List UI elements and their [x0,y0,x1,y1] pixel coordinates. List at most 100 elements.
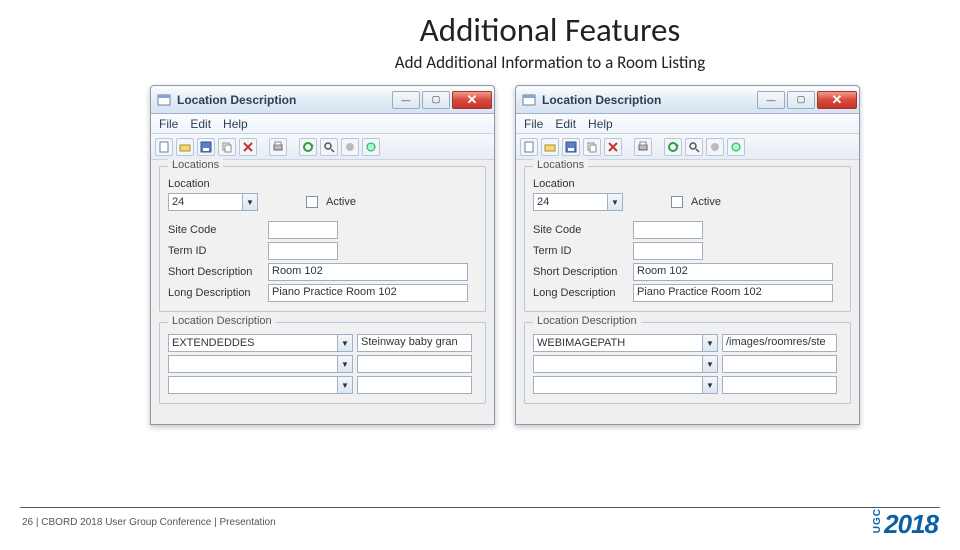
chevron-down-icon: ▼ [607,194,622,210]
label-termid: Term ID [533,245,629,257]
longdesc-input[interactable]: Piano Practice Room 102 [633,284,833,302]
page-number: 26 [22,517,33,528]
refresh-icon[interactable] [664,138,682,156]
maximize-button[interactable]: ▢ [422,91,450,109]
new-icon[interactable] [155,138,173,156]
footer-logo: UGC 2018 [872,508,938,540]
group-legend-locdesc: Location Description [533,315,641,327]
desc-value-input-1[interactable]: /images/roomres/ste [722,334,837,352]
screenshot-panels: Location Description — ▢ ✕ File Edit Hel… [0,85,960,425]
print-icon[interactable] [269,138,287,156]
label-location: Location [168,178,264,190]
location-dropdown[interactable]: 24 ▼ [168,193,258,211]
chevron-down-icon: ▼ [337,377,352,393]
desc-key-dropdown-3[interactable]: ▼ [533,376,718,394]
chevron-down-icon: ▼ [337,335,352,351]
menu-edit[interactable]: Edit [555,117,576,131]
new-icon[interactable] [520,138,538,156]
footer-text: 26 | CBORD 2018 User Group Conference | … [22,517,276,528]
groupbox-location-description: Location Description EXTENDEDDES ▼ Stein… [159,322,486,404]
menu-help[interactable]: Help [588,117,613,131]
menu-file[interactable]: File [524,117,543,131]
desc-value-input-3[interactable] [357,376,472,394]
window-location-description-left: Location Description — ▢ ✕ File Edit Hel… [150,85,495,425]
print-icon[interactable] [634,138,652,156]
shortdesc-input[interactable]: Room 102 [268,263,468,281]
logo-year-text: 2018 [884,509,938,540]
shortdesc-input[interactable]: Room 102 [633,263,833,281]
chevron-down-icon: ▼ [702,335,717,351]
sitecode-input[interactable] [633,221,703,239]
desc-key-dropdown-1[interactable]: WEBIMAGEPATH ▼ [533,334,718,352]
delete-icon[interactable] [239,138,257,156]
desc-value-input-1[interactable]: Steinway baby gran [357,334,472,352]
window-title: Location Description [177,93,384,107]
menu-help[interactable]: Help [223,117,248,131]
group-legend-locations: Locations [533,159,588,171]
chevron-down-icon: ▼ [702,377,717,393]
desc-key-dropdown-2[interactable]: ▼ [533,355,718,373]
chevron-down-icon: ▼ [337,356,352,372]
location-dropdown[interactable]: 24 ▼ [533,193,623,211]
titlebar: Location Description — ▢ ✕ [516,86,859,114]
toolbar [516,134,859,160]
desc-key-dropdown-1[interactable]: EXTENDEDDES ▼ [168,334,353,352]
menu-file[interactable]: File [159,117,178,131]
toolbar [151,134,494,160]
toolbar-icon-b[interactable] [362,138,380,156]
chevron-down-icon: ▼ [242,194,257,210]
menubar: File Edit Help [516,114,859,134]
groupbox-locations: Locations Location 24 ▼ Active Site Code [524,166,851,312]
group-legend-locations: Locations [168,159,223,171]
window-title: Location Description [542,93,749,107]
toolbar-icon-b[interactable] [727,138,745,156]
active-checkbox[interactable] [671,196,683,208]
window-location-description-right: Location Description — ▢ ✕ File Edit Hel… [515,85,860,425]
refresh-icon[interactable] [299,138,317,156]
desc-key-dropdown-2[interactable]: ▼ [168,355,353,373]
longdesc-input[interactable]: Piano Practice Room 102 [268,284,468,302]
desc-key-dropdown-3[interactable]: ▼ [168,376,353,394]
menu-edit[interactable]: Edit [190,117,211,131]
label-longdesc: Long Description [533,287,629,299]
label-active: Active [326,196,356,208]
label-sitecode: Site Code [168,224,264,236]
open-icon[interactable] [176,138,194,156]
label-shortdesc: Short Description [533,266,629,278]
desc-value-input-2[interactable] [722,355,837,373]
active-checkbox[interactable] [306,196,318,208]
minimize-button[interactable]: — [757,91,785,109]
search-icon[interactable] [320,138,338,156]
titlebar: Location Description — ▢ ✕ [151,86,494,114]
desc-value-input-3[interactable] [722,376,837,394]
label-longdesc: Long Description [168,287,264,299]
footer-rule [20,507,940,508]
toolbar-icon-a[interactable] [341,138,359,156]
copy-icon[interactable] [218,138,236,156]
desc-value-input-2[interactable] [357,355,472,373]
close-button[interactable]: ✕ [817,91,857,109]
groupbox-location-description: Location Description WEBIMAGEPATH ▼ /ima… [524,322,851,404]
termid-input[interactable] [633,242,703,260]
maximize-button[interactable]: ▢ [787,91,815,109]
app-icon [157,93,171,107]
menubar: File Edit Help [151,114,494,134]
sitecode-input[interactable] [268,221,338,239]
groupbox-locations: Locations Location 24 ▼ Active Site Code [159,166,486,312]
minimize-button[interactable]: — [392,91,420,109]
save-icon[interactable] [562,138,580,156]
label-active: Active [691,196,721,208]
termid-input[interactable] [268,242,338,260]
copy-icon[interactable] [583,138,601,156]
logo-ugc-text: UGC [872,508,883,533]
group-legend-locdesc: Location Description [168,315,276,327]
delete-icon[interactable] [604,138,622,156]
search-icon[interactable] [685,138,703,156]
open-icon[interactable] [541,138,559,156]
toolbar-icon-a[interactable] [706,138,724,156]
label-sitecode: Site Code [533,224,629,236]
label-shortdesc: Short Description [168,266,264,278]
app-icon [522,93,536,107]
close-button[interactable]: ✕ [452,91,492,109]
save-icon[interactable] [197,138,215,156]
